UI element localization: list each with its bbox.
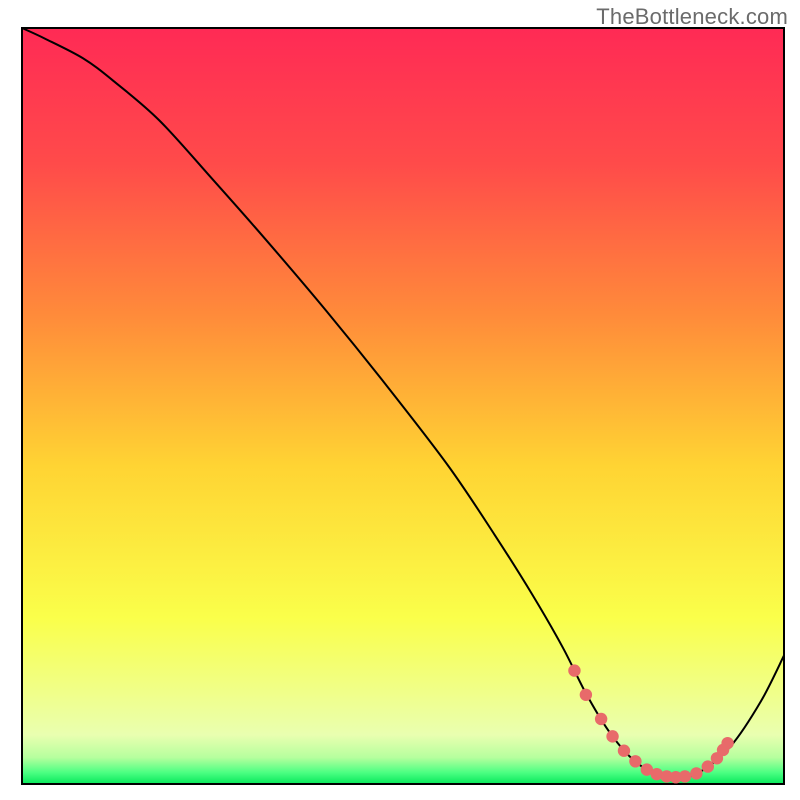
optimal-marker xyxy=(606,730,618,742)
watermark-text: TheBottleneck.com xyxy=(596,4,788,30)
chart-container: TheBottleneck.com xyxy=(0,0,800,800)
optimal-marker xyxy=(580,689,592,701)
bottleneck-chart xyxy=(0,0,800,800)
optimal-marker xyxy=(629,755,641,767)
optimal-marker xyxy=(618,745,630,757)
optimal-marker xyxy=(679,770,691,782)
optimal-marker xyxy=(721,737,733,749)
optimal-marker xyxy=(568,664,580,676)
optimal-marker xyxy=(690,767,702,779)
optimal-marker xyxy=(595,713,607,725)
optimal-marker xyxy=(702,760,714,772)
